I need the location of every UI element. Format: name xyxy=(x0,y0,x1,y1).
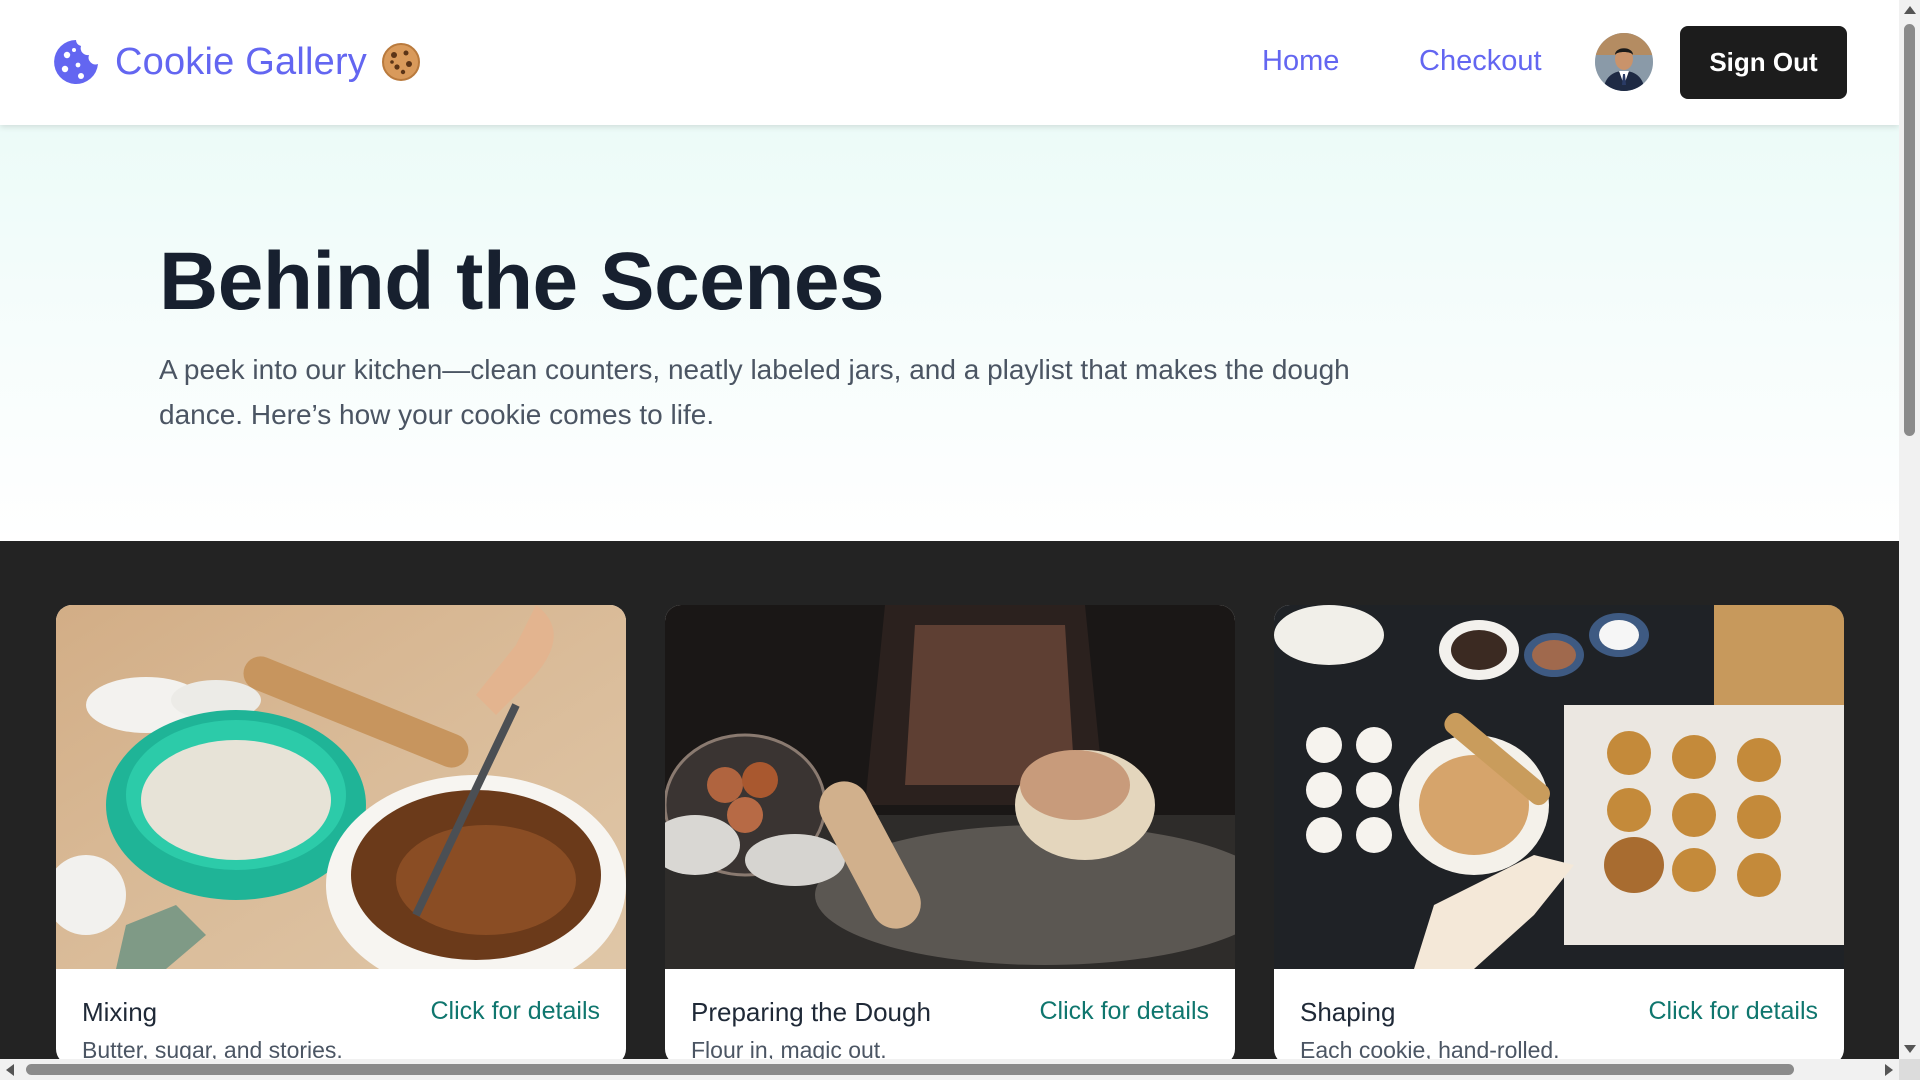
brand[interactable]: Cookie Gallery xyxy=(51,37,421,87)
card-details-link[interactable]: Click for details xyxy=(1040,997,1210,1026)
nav-home-link[interactable]: Home xyxy=(1262,45,1339,78)
hero-section: Behind the Scenes A peek into our kitche… xyxy=(0,125,1899,541)
scroll-down-arrow-icon[interactable] xyxy=(1904,1045,1916,1053)
scrollbar-corner xyxy=(1899,1059,1920,1080)
mixing-bowl-photo xyxy=(56,605,626,969)
brand-name: Cookie Gallery xyxy=(115,40,368,83)
kneading-dough-photo xyxy=(665,605,1235,969)
vertical-scroll-thumb[interactable] xyxy=(1904,24,1915,436)
scroll-right-arrow-icon[interactable] xyxy=(1885,1064,1893,1076)
sign-out-button[interactable]: Sign Out xyxy=(1680,26,1847,99)
card-description: Each cookie, hand-rolled. xyxy=(1300,1037,1560,1059)
page-viewport: Cookie Gallery Home Checkout Sign Out Be… xyxy=(0,0,1899,1059)
user-avatar-icon xyxy=(1595,33,1653,91)
card-body: Preparing the Dough Click for details Fl… xyxy=(665,969,1235,1059)
card-description: Flour in, magic out. xyxy=(691,1037,887,1059)
site-header: Cookie Gallery Home Checkout Sign Out xyxy=(0,0,1899,125)
card-body: Mixing Click for details Butter, sugar, … xyxy=(56,969,626,1059)
steps-section: Mixing Click for details Butter, sugar, … xyxy=(0,541,1899,1059)
avatar[interactable] xyxy=(1595,33,1653,91)
horizontal-scroll-thumb[interactable] xyxy=(26,1064,1794,1075)
scroll-left-arrow-icon[interactable] xyxy=(6,1064,14,1076)
nav-checkout-link[interactable]: Checkout xyxy=(1419,45,1542,78)
page-title: Behind the Scenes xyxy=(159,236,885,327)
card-description: Butter, sugar, and stories. xyxy=(82,1037,343,1059)
hero-subtitle: A peek into our kitchen—clean counters, … xyxy=(159,354,1350,430)
vertical-scrollbar[interactable] xyxy=(1899,0,1920,1059)
cookie-emoji-icon xyxy=(382,43,421,81)
card-body: Shaping Click for details Each cookie, h… xyxy=(1274,969,1844,1059)
step-card-shaping[interactable]: Shaping Click for details Each cookie, h… xyxy=(1274,605,1844,1059)
scroll-up-arrow-icon[interactable] xyxy=(1904,6,1916,14)
step-card-preparing-dough[interactable]: Preparing the Dough Click for details Fl… xyxy=(665,605,1235,1059)
horizontal-scrollbar[interactable] xyxy=(0,1059,1899,1080)
shaping-cookies-photo xyxy=(1274,605,1844,969)
card-details-link[interactable]: Click for details xyxy=(431,997,601,1026)
cookie-bite-icon xyxy=(54,40,98,84)
step-card-mixing[interactable]: Mixing Click for details Butter, sugar, … xyxy=(56,605,626,1059)
card-details-link[interactable]: Click for details xyxy=(1649,997,1819,1026)
